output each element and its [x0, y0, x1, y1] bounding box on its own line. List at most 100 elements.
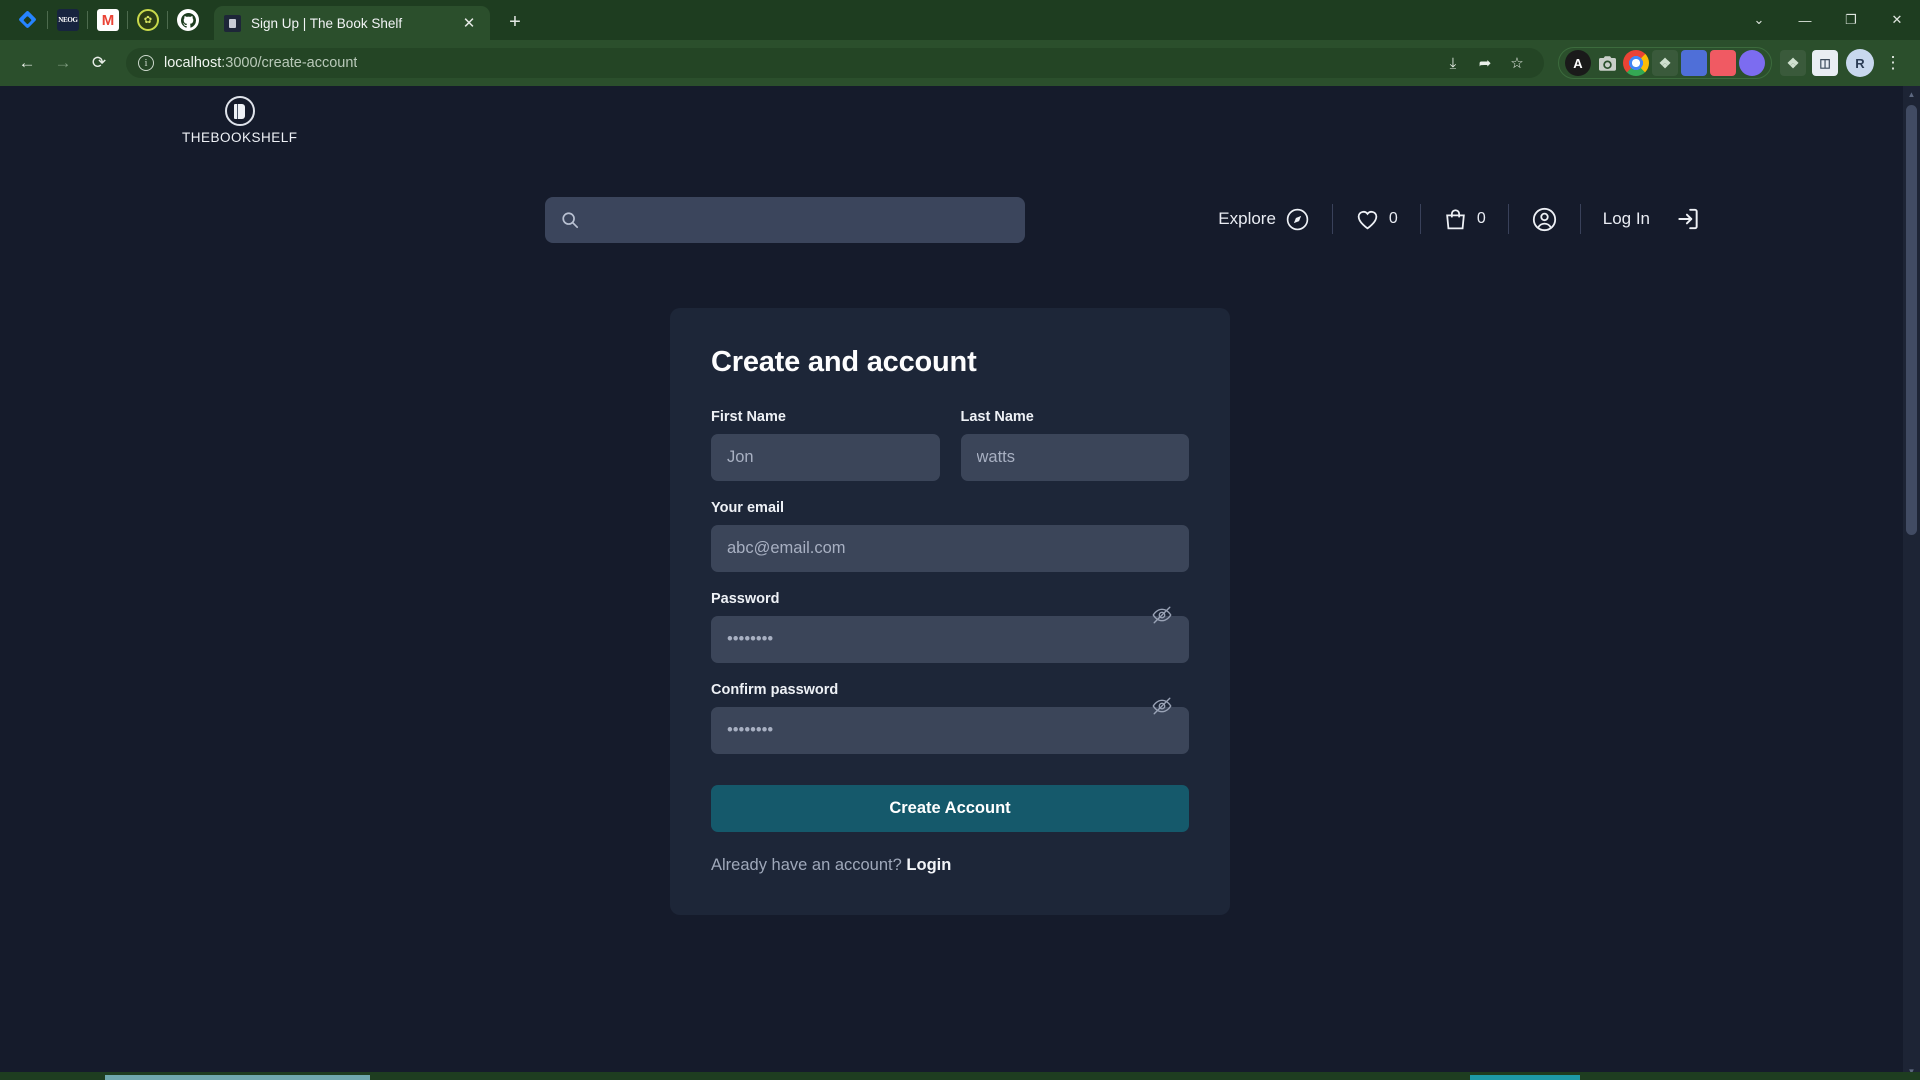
address-bar-url: localhost:3000/create-account — [164, 55, 357, 71]
taskbar-highlight[interactable] — [1470, 1075, 1580, 1080]
taskbar-segment — [370, 1075, 1470, 1080]
first-name-input[interactable] — [711, 434, 940, 481]
scroll-up-icon[interactable]: ▲ — [1903, 86, 1920, 103]
pinned-tab-bee[interactable]: ✿ — [127, 0, 168, 40]
tab-search-icon[interactable]: ⌄ — [1736, 0, 1782, 40]
close-window-button[interactable]: ✕ — [1874, 0, 1920, 40]
login-link[interactable]: Login — [906, 856, 951, 874]
cart-count: 0 — [1476, 210, 1486, 227]
nav-explore[interactable]: Explore — [1196, 207, 1332, 232]
blue-extension-icon[interactable] — [1681, 50, 1707, 76]
book-logo-icon — [224, 96, 255, 126]
browser-window: NEOG M ✿ Sign Up | The Book Shelf ✕ + ⌄ … — [0, 0, 1920, 1080]
confirm-password-label: Confirm password — [711, 682, 839, 698]
maximize-button[interactable]: ❐ — [1828, 0, 1874, 40]
wishlist-count: 0 — [1388, 210, 1398, 227]
pink-extension-icon[interactable] — [1710, 50, 1736, 76]
github-icon — [177, 9, 199, 31]
search-input[interactable] — [579, 198, 1009, 242]
back-icon[interactable]: ← — [10, 46, 44, 80]
puzzle-extension-icon[interactable]: ❖ — [1652, 50, 1678, 76]
bookmark-star-icon[interactable]: ☆ — [1502, 48, 1532, 78]
login-arrow-icon — [1675, 206, 1701, 232]
pinned-tab-jira[interactable] — [8, 0, 48, 40]
profile-avatar[interactable]: R — [1846, 49, 1874, 77]
taskbar — [0, 1072, 1920, 1080]
site-info-icon[interactable]: i — [138, 55, 154, 71]
last-name-label: Last Name — [960, 409, 1034, 425]
forward-icon[interactable]: → — [46, 46, 80, 80]
close-tab-icon[interactable]: ✕ — [458, 12, 480, 34]
web-page: THEBOOKSHELF Explore 0 0 Log In Create a… — [0, 86, 1903, 1080]
toggle-confirm-password-visibility-icon[interactable] — [1149, 693, 1175, 719]
nav-profile[interactable] — [1509, 206, 1580, 233]
email-label: Your email — [711, 500, 785, 516]
first-name-field-group: First Name — [711, 409, 940, 481]
page-scrollbar[interactable]: ▲ ▼ — [1903, 86, 1920, 1080]
minimize-button[interactable]: — — [1782, 0, 1828, 40]
chrome-extension-icon[interactable] — [1623, 50, 1649, 76]
last-name-input[interactable] — [960, 434, 1189, 481]
toggle-password-visibility-icon[interactable] — [1149, 602, 1175, 628]
password-input[interactable] — [711, 616, 1189, 663]
nav-wishlist[interactable]: 0 — [1333, 207, 1420, 232]
page-title: Create and account — [711, 346, 977, 378]
screenshot-extension-icon[interactable] — [1594, 50, 1620, 76]
taskbar-segment — [1580, 1075, 1920, 1080]
extensions-pill: A ❖ — [1558, 47, 1772, 79]
side-panel-icon[interactable]: ◫ — [1812, 50, 1838, 76]
site-header: THEBOOKSHELF — [0, 86, 1903, 168]
omnibox-actions: ⤓ ➦ ☆ — [1438, 48, 1532, 78]
name-row: First Name Last Name — [711, 409, 1189, 500]
login-prompt: Already have an account? Login — [711, 856, 1189, 875]
password-label: Password — [711, 591, 780, 607]
address-bar[interactable]: i localhost:3000/create-account ⤓ ➦ ☆ — [126, 48, 1544, 78]
brand-logo-group[interactable]: THEBOOKSHELF — [182, 96, 298, 145]
url-host: localhost — [164, 55, 222, 71]
confirm-password-input[interactable] — [711, 707, 1189, 754]
last-name-field-group: Last Name — [960, 409, 1189, 481]
password-field-group: Password — [711, 591, 1189, 663]
heart-icon — [1355, 207, 1380, 232]
share-icon[interactable]: ➦ — [1470, 48, 1500, 78]
jira-icon — [17, 9, 39, 31]
extensions-puzzle-icon[interactable]: ❖ — [1780, 50, 1806, 76]
purple-extension-icon[interactable] — [1739, 50, 1765, 76]
pinned-tab-neog[interactable]: NEOG — [47, 0, 88, 40]
search-bar[interactable] — [545, 197, 1025, 243]
new-tab-button[interactable]: + — [500, 7, 530, 37]
login-label: Log In — [1602, 209, 1650, 228]
nav-cart[interactable]: 0 — [1421, 207, 1508, 232]
active-tab[interactable]: Sign Up | The Book Shelf ✕ — [214, 6, 490, 40]
create-account-button[interactable]: Create Account — [711, 785, 1189, 832]
pinned-tab-github[interactable] — [167, 0, 208, 40]
user-circle-icon — [1531, 206, 1558, 233]
pinned-tabs: NEOG M ✿ — [8, 0, 208, 40]
browser-toolbar: ← → ⟳ i localhost:3000/create-account ⤓ … — [0, 40, 1920, 86]
angular-extension-icon[interactable]: A — [1565, 50, 1591, 76]
tab-strip: NEOG M ✿ Sign Up | The Book Shelf ✕ + ⌄ … — [0, 0, 1920, 40]
nav-login[interactable]: Log In — [1581, 206, 1723, 232]
install-app-icon[interactable]: ⤓ — [1438, 48, 1468, 78]
scrollbar-thumb[interactable] — [1906, 105, 1917, 535]
brand-name: THEBOOKSHELF — [182, 130, 298, 145]
tab-favicon-icon — [224, 14, 241, 32]
header-nav: Explore 0 0 Log In — [1196, 204, 1723, 234]
scrollbar-track[interactable] — [1903, 103, 1920, 1063]
reload-icon[interactable]: ⟳ — [82, 46, 116, 80]
url-path: :3000/create-account — [221, 55, 358, 71]
search-icon — [561, 211, 579, 229]
compass-icon — [1285, 207, 1310, 232]
taskbar-segment — [0, 1075, 105, 1080]
confirm-password-field-group: Confirm password — [711, 682, 1189, 754]
browser-menu-icon[interactable]: ⋮ — [1876, 46, 1910, 80]
email-input[interactable] — [711, 525, 1189, 572]
tab-title: Sign Up | The Book Shelf — [251, 15, 403, 31]
pinned-tab-gmail[interactable]: M — [87, 0, 128, 40]
window-controls: ⌄ — ❐ ✕ — [1736, 0, 1920, 40]
taskbar-active-window[interactable] — [105, 1075, 370, 1080]
explore-label: Explore — [1218, 209, 1276, 228]
page-viewport: THEBOOKSHELF Explore 0 0 Log In Create a… — [0, 86, 1920, 1080]
neog-icon: NEOG — [57, 9, 79, 31]
bee-icon: ✿ — [137, 9, 159, 31]
